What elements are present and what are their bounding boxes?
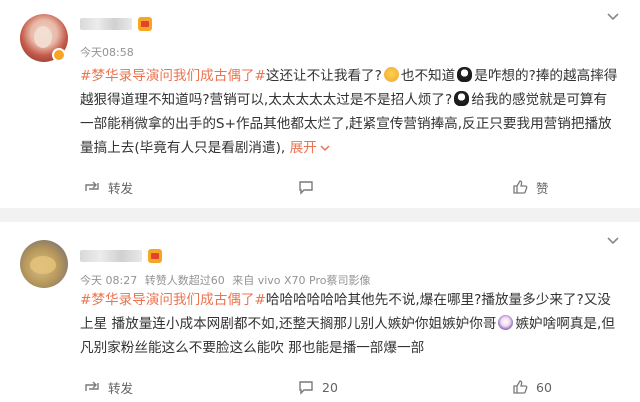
- avatar-image: [34, 26, 52, 48]
- like-label: 赞: [536, 180, 549, 196]
- post-meta: 今天08:58: [80, 44, 138, 60]
- username[interactable]: [80, 248, 162, 264]
- doge-emoji-icon: [383, 67, 399, 82]
- post-text: #梦华录导演问我们成古偶了#这还让不让我看了? 也不知道 是咋想的?捧的越高摔得越狠…: [80, 64, 620, 160]
- post-text: #梦华录导演问我们成古偶了#哈哈哈哈哈哈其他先不说,爆在哪里?播放量多少来了?又…: [80, 288, 620, 360]
- text-part: 也不知道: [400, 68, 456, 84]
- repost-label: 转发: [108, 180, 134, 196]
- comment-button[interactable]: 20: [298, 377, 338, 397]
- post-divider: [0, 208, 640, 222]
- like-count: 60: [536, 379, 552, 395]
- blurred-username: [80, 18, 132, 30]
- member-crown-icon: [148, 249, 162, 263]
- post-source: 来自 vivo X70 Pro蔡司影像: [232, 274, 371, 287]
- username[interactable]: [80, 16, 152, 32]
- expand-link[interactable]: 展开: [290, 140, 330, 156]
- post-meta: 今天 08:27 转赞人数超过60 来自 vivo X70 Pro蔡司影像: [80, 272, 374, 288]
- weibo-post: 今天 08:27 转赞人数超过60 来自 vivo X70 Pro蔡司影像 #梦…: [0, 222, 640, 402]
- comment-icon: [299, 381, 313, 395]
- thumbs-up-icon: [513, 180, 528, 194]
- repost-label: 转发: [108, 380, 134, 396]
- post-time: 今天 08:27: [80, 274, 138, 287]
- repost-button[interactable]: 转发: [84, 177, 133, 197]
- comment-count: 20: [322, 379, 338, 395]
- repost-icon: [85, 181, 99, 191]
- topic-link[interactable]: #梦华录导演问我们成古偶了#: [80, 68, 266, 84]
- repost-icon: [85, 381, 99, 391]
- more-options-chevron-icon[interactable]: [606, 236, 620, 246]
- avatar[interactable]: [20, 240, 68, 288]
- blurred-username: [80, 250, 142, 262]
- jealous-emoji-icon: [498, 315, 514, 330]
- weibo-post: 今天08:58 #梦华录导演问我们成古偶了#这还让不让我看了? 也不知道 是咋想的?…: [0, 0, 640, 208]
- action-bar: 转发 赞: [80, 177, 620, 197]
- text-part: 这还让不让我看了?: [265, 68, 382, 84]
- topic-link[interactable]: #梦华录导演问我们成古偶了#: [80, 292, 266, 308]
- more-options-chevron-icon[interactable]: [606, 12, 620, 22]
- post-time: 今天08:58: [80, 46, 134, 59]
- like-button[interactable]: 60: [512, 377, 552, 397]
- post-popularity: 转赞人数超过60: [144, 274, 225, 287]
- avatar-image: [30, 256, 56, 274]
- member-crown-icon: [138, 17, 152, 31]
- penguin-emoji-icon: [454, 91, 470, 106]
- penguin-emoji-icon: [457, 67, 473, 82]
- verified-badge-icon: [52, 48, 66, 62]
- like-button[interactable]: 赞: [512, 177, 549, 197]
- repost-button[interactable]: 转发: [84, 377, 133, 397]
- thumbs-up-icon: [513, 380, 528, 394]
- action-bar: 转发 20 60: [80, 377, 620, 397]
- comment-button[interactable]: [298, 177, 322, 197]
- chevron-down-icon: [320, 145, 330, 152]
- comment-icon: [299, 181, 313, 195]
